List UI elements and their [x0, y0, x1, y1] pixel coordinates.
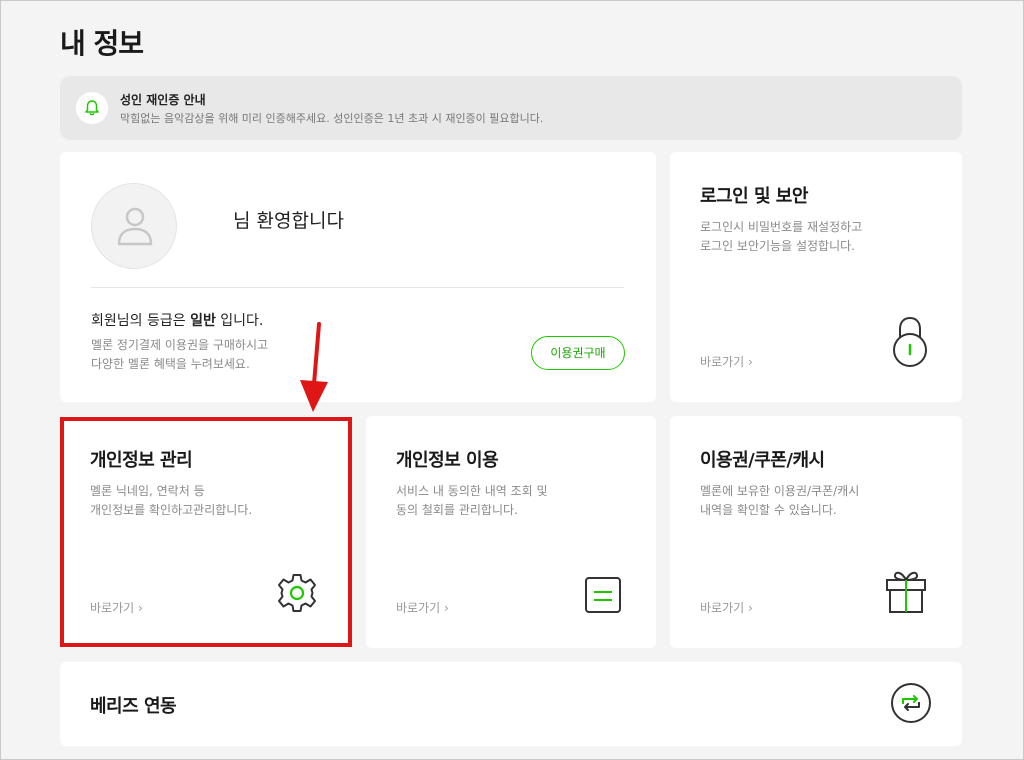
tile-description: 멜론에 보유한 이용권/쿠폰/캐시 내역을 확인할 수 있습니다.: [700, 482, 900, 520]
login-security-card[interactable]: 로그인 및 보안 로그인시 비밀번호를 재설정하고 로그인 보안기능을 설정합니…: [670, 152, 962, 402]
tile-title: 개인정보 관리: [90, 450, 193, 471]
tile-title: 개인정보 이용: [396, 450, 499, 471]
tickets-coupons-cash-card[interactable]: 이용권/쿠폰/캐시 멜론에 보유한 이용권/쿠폰/캐시 내역을 확인할 수 있습…: [670, 416, 962, 648]
notice-title: 성인 재인증 안내: [120, 93, 206, 107]
document-icon: [584, 576, 622, 618]
sync-icon[interactable]: [890, 682, 932, 728]
shortcut-link[interactable]: 바로가기 ›: [700, 599, 753, 616]
arrow-down-icon: [298, 322, 332, 418]
tile-desc-line: 개인정보를 확인하고관리합니다.: [90, 503, 253, 517]
tile-desc-line: 서비스 내 동의한 내역 조회 및: [396, 484, 548, 498]
welcome-message: 님 환영합니다: [233, 210, 344, 232]
tile-desc-line: 동의 철회를 관리합니다.: [396, 503, 518, 517]
buy-pass-button[interactable]: 이용권구매: [531, 336, 625, 370]
notice-description: 막힘없는 음악감상을 위해 미리 인증해주세요. 성인인증은 1년 초과 시 재…: [120, 112, 544, 125]
privacy-management-card[interactable]: 개인정보 관리 멜론 닉네임, 연락처 등 개인정보를 확인하고관리합니다. 바…: [60, 416, 352, 648]
user-icon: [117, 207, 153, 246]
grade-description: 멜론 정기결제 이용권을 구매하시고 다양한 멜론 혜택을 누려보세요.: [91, 336, 301, 374]
grade-suffix: 입니다.: [220, 313, 264, 329]
membership-grade: 회원님의 등급은 일반 입니다.: [91, 310, 263, 330]
lock-icon: [892, 316, 928, 372]
tile-desc-line: 멜론에 보유한 이용권/쿠폰/캐시: [700, 484, 860, 498]
tile-title: 이용권/쿠폰/캐시: [700, 450, 825, 471]
tile-title: 베리즈 연동: [90, 696, 177, 717]
grade-prefix: 회원님의 등급은: [91, 313, 186, 329]
tile-desc-line: 멜론 닉네임, 연락처 등: [90, 484, 205, 498]
grade-value: 일반: [190, 313, 216, 329]
bell-icon: [76, 92, 108, 124]
page-title: 내 정보: [60, 27, 144, 60]
shortcut-link[interactable]: 바로가기 ›: [90, 599, 143, 616]
gear-icon: [276, 572, 318, 618]
tile-description: 서비스 내 동의한 내역 조회 및 동의 철회를 관리합니다.: [396, 482, 596, 520]
tile-title: 로그인 및 보안: [700, 186, 808, 207]
tile-description: 로그인시 비밀번호를 재설정하고 로그인 보안기능을 설정합니다.: [700, 218, 900, 256]
shortcut-link[interactable]: 바로가기 ›: [396, 599, 449, 616]
gift-icon: [884, 568, 928, 618]
shortcut-link[interactable]: 바로가기 ›: [700, 353, 753, 370]
tile-desc-line: 내역을 확인할 수 있습니다.: [700, 503, 837, 517]
tile-desc-line: 로그인시 비밀번호를 재설정하고: [700, 220, 863, 234]
avatar: [91, 183, 177, 269]
berriz-link-card[interactable]: 베리즈 연동: [60, 662, 962, 746]
grade-desc-line: 다양한 멜론 혜택을 누려보세요.: [91, 357, 250, 371]
privacy-usage-card[interactable]: 개인정보 이용 서비스 내 동의한 내역 조회 및 동의 철회를 관리합니다. …: [366, 416, 656, 648]
tile-desc-line: 로그인 보안기능을 설정합니다.: [700, 239, 855, 253]
tile-description: 멜론 닉네임, 연락처 등 개인정보를 확인하고관리합니다.: [90, 482, 290, 520]
grade-desc-line: 멜론 정기결제 이용권을 구매하시고: [91, 338, 269, 352]
profile-card: 님 환영합니다 회원님의 등급은 일반 입니다. 멜론 정기결제 이용권을 구매…: [60, 152, 656, 402]
divider: [91, 287, 624, 288]
adult-verification-notice[interactable]: 성인 재인증 안내 막힘없는 음악감상을 위해 미리 인증해주세요. 성인인증은…: [60, 76, 962, 140]
